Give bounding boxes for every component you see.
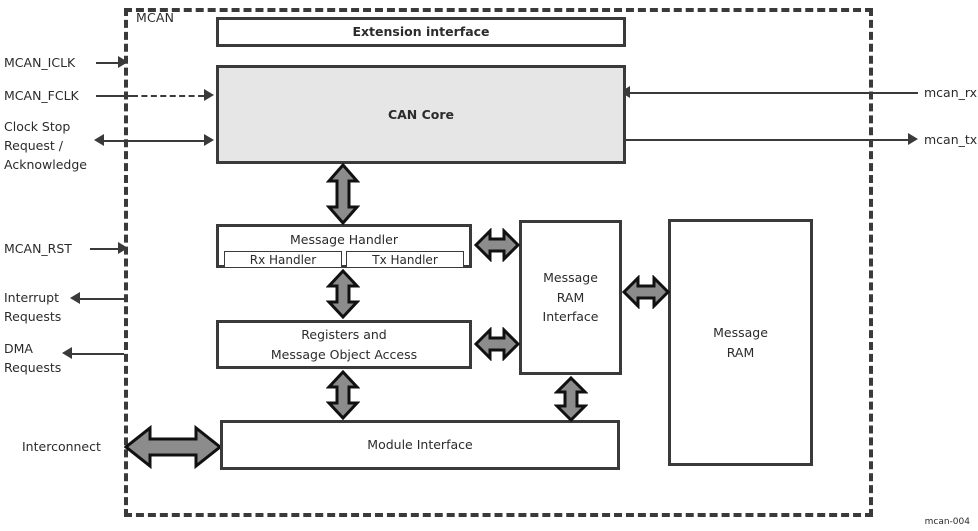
block-message-ram-interface[interactable]: Message RAM Interface: [519, 220, 622, 375]
block-message-ram-interface-label-line2: RAM: [556, 289, 585, 305]
figure-id-caption: mcan-004: [924, 517, 970, 527]
block-message-ram-interface-label-line3: Interface: [542, 309, 599, 325]
signal-line-clock-stop: [104, 140, 208, 142]
block-rx-handler-label: Rx Handler: [249, 252, 317, 267]
block-message-handler[interactable]: Message Handler Rx Handler Tx Handler: [216, 224, 472, 269]
signal-line-mcan-tx: [624, 139, 912, 141]
block-arrow-ram-interface-to-message-ram: [621, 274, 671, 310]
block-can-core[interactable]: CAN Core: [216, 65, 626, 164]
block-registers-and-message-object-access[interactable]: Registers and Message Object Access: [216, 320, 472, 369]
arrowhead-clock-stop-left: [94, 134, 104, 146]
block-message-handler-label: Message Handler: [290, 232, 398, 247]
block-arrow-message-handler-to-ram-interface: [473, 227, 521, 263]
block-arrow-message-handler-to-registers: [325, 268, 361, 320]
signal-line-mcan-rst: [90, 248, 120, 250]
block-extension-interface[interactable]: Extension interface: [216, 17, 626, 47]
signal-label-mcan-fclk: MCAN_FCLK: [4, 88, 79, 103]
block-registers-label-line1: Registers and: [301, 327, 387, 343]
block-arrow-registers-to-ram-interface: [473, 326, 521, 362]
signal-line-mcan-fclk: [96, 95, 132, 97]
signal-label-dma-requests: DMA Requests: [4, 341, 62, 375]
block-message-ram-label-line2: RAM: [726, 344, 755, 360]
arrowhead-clock-stop-right: [204, 134, 214, 146]
block-registers-label-line2: Message Object Access: [270, 346, 418, 362]
arrowhead-mcan-iclk: [118, 56, 128, 68]
block-tx-handler-label: Tx Handler: [372, 252, 438, 267]
block-can-core-label: CAN Core: [387, 106, 455, 122]
mcan-boundary-label: MCAN: [136, 10, 175, 25]
signal-line-mcan-iclk: [96, 62, 120, 64]
block-module-interface[interactable]: Module Interface: [220, 420, 620, 470]
arrowhead-interrupt-requests: [70, 292, 80, 304]
signal-label-mcan-rx: mcan_rx: [924, 85, 978, 100]
arrowhead-mcan-fclk: [204, 89, 214, 101]
block-rx-handler[interactable]: Rx Handler: [224, 251, 342, 269]
block-arrow-interconnect: [123, 424, 223, 470]
block-message-ram[interactable]: Message RAM: [668, 219, 813, 466]
signal-label-mcan-rst: MCAN_RST: [4, 241, 72, 256]
signal-label-interrupt-requests: Interrupt Requests: [4, 290, 62, 324]
block-module-interface-label: Module Interface: [367, 437, 473, 453]
message-handler-sub-row: Rx Handler Tx Handler: [219, 251, 469, 269]
signal-line-mcan-fclk-dashed: [132, 95, 204, 97]
signal-label-mcan-iclk: MCAN_ICLK: [4, 55, 76, 70]
block-arrow-registers-to-module-interface: [325, 369, 361, 421]
arrowhead-mcan-rst: [118, 242, 128, 254]
signal-line-interrupt-requests: [80, 298, 124, 300]
block-arrow-message-ram-interface-to-module-interface: [553, 375, 589, 423]
block-extension-interface-label: Extension interface: [352, 24, 490, 40]
block-arrow-can-core-to-message-handler: [325, 162, 361, 226]
block-message-ram-label-line1: Message: [713, 325, 768, 341]
signal-label-mcan-tx: mcan_tx: [924, 132, 978, 147]
mcan-block-diagram: MCAN MCAN_ICLK MCAN_FCLK Clock Stop Requ…: [0, 0, 978, 531]
signal-label-clock-stop: Clock Stop Request / Acknowledge: [4, 119, 87, 172]
arrowhead-dma-requests: [62, 347, 72, 359]
arrowhead-mcan-tx: [908, 133, 918, 145]
signal-label-interconnect: Interconnect: [22, 439, 101, 454]
signal-line-dma-requests: [72, 353, 124, 355]
block-message-ram-interface-label-line1: Message: [543, 270, 598, 286]
block-tx-handler[interactable]: Tx Handler: [346, 251, 464, 269]
